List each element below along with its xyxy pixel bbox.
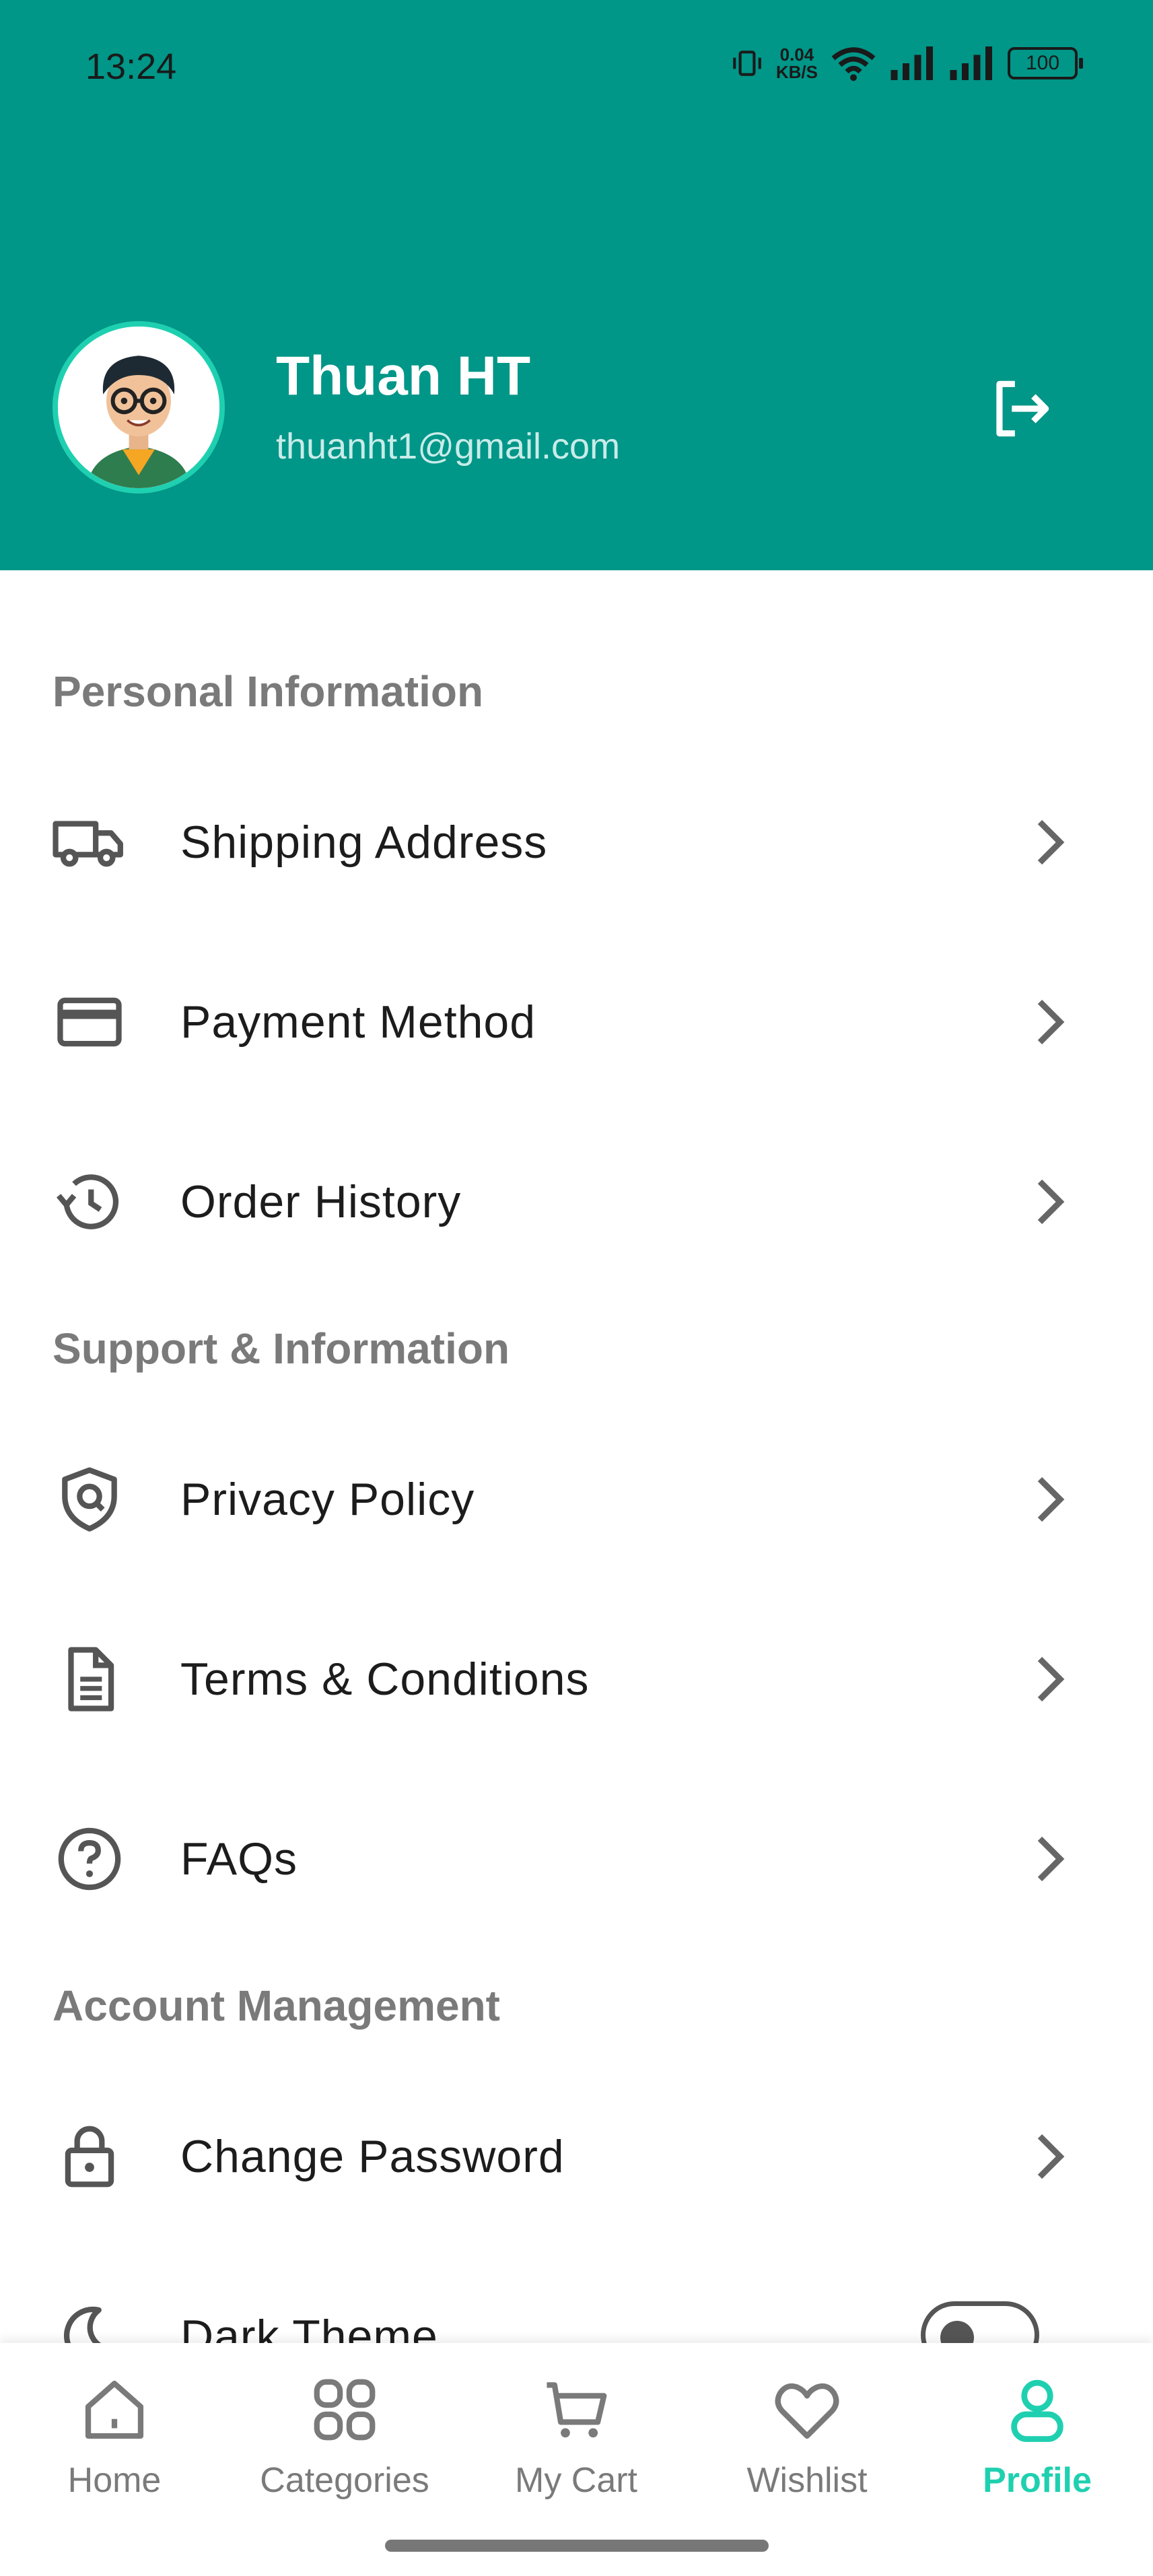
menu-item-label: Payment Method: [180, 996, 536, 1048]
menu-item-privacy-policy[interactable]: Privacy Policy: [0, 1432, 1153, 1567]
section-title-account: Account Management: [53, 1981, 500, 2030]
credit-card-icon: [57, 997, 122, 1047]
heart-icon: [775, 2383, 839, 2439]
menu-item-label: Terms & Conditions: [180, 1654, 590, 1705]
chevron-right-icon: [1037, 999, 1065, 1045]
home-indicator: [385, 2540, 769, 2552]
menu-item-label: Shipping Address: [180, 817, 548, 868]
document-icon: [68, 1647, 114, 1711]
avatar-illustration: [58, 327, 219, 488]
battery-tip: [1079, 58, 1083, 69]
nav-label: Categories: [260, 2461, 429, 2500]
user-icon: [1011, 2379, 1063, 2442]
chevron-right-icon: [1037, 1836, 1065, 1882]
truck-icon: [53, 821, 123, 867]
help-circle-icon: [58, 1827, 121, 1891]
chevron-right-icon: [1037, 2134, 1065, 2179]
nav-label: My Cart: [515, 2461, 637, 2500]
menu-item-label: Change Password: [180, 2131, 565, 2182]
menu-item-shipping-address[interactable]: Shipping Address: [0, 775, 1153, 910]
network-speed-value: 0.04: [779, 44, 814, 65]
status-icons: 0.04 KB/S 100: [730, 44, 1083, 82]
battery-icon: 100: [1008, 47, 1083, 79]
menu-item-payment-method[interactable]: Payment Method: [0, 955, 1153, 1089]
chevron-right-icon: [1037, 819, 1065, 865]
lock-icon: [65, 2126, 114, 2188]
nav-home[interactable]: Home: [13, 2343, 215, 2518]
status-time: 13:24: [85, 46, 177, 87]
menu-item-label: FAQs: [180, 1833, 298, 1885]
nav-label: Wishlist: [746, 2461, 868, 2500]
logout-button[interactable]: [984, 372, 1058, 446]
battery-level: 100: [1025, 52, 1060, 74]
nav-profile[interactable]: Profile: [936, 2343, 1138, 2518]
shield-icon: [62, 1467, 117, 1532]
nav-label: Profile: [983, 2461, 1092, 2500]
nav-label: Home: [67, 2461, 162, 2500]
chevron-right-icon: [1037, 1179, 1065, 1225]
section-title-personal: Personal Information: [53, 667, 484, 716]
home-icon: [85, 2380, 144, 2439]
chevron-right-icon: [1037, 1477, 1065, 1522]
network-speed-unit: KB/S: [775, 62, 818, 82]
profile-email: thuanht1@gmail.com: [276, 426, 621, 467]
section-title-support: Support & Information: [53, 1324, 510, 1373]
nav-my-cart[interactable]: My Cart: [475, 2343, 677, 2518]
menu-item-order-history[interactable]: Order History: [0, 1134, 1153, 1269]
nav-wishlist[interactable]: Wishlist: [706, 2343, 908, 2518]
profile-header: 13:24 0.04 KB/S 100 Thuan HT thuanht1@gm…: [0, 0, 1153, 570]
nav-categories[interactable]: Categories: [244, 2343, 446, 2518]
chevron-right-icon: [1037, 1656, 1065, 1702]
avatar[interactable]: [53, 321, 225, 494]
profile-name: Thuan HT: [276, 345, 531, 407]
logout-icon: [996, 380, 1049, 437]
menu-item-label: Order History: [180, 1176, 462, 1227]
signal-icon-2: [950, 46, 992, 80]
cart-icon: [547, 2382, 607, 2438]
menu-item-label: Privacy Policy: [180, 1474, 475, 1525]
menu-item-terms-conditions[interactable]: Terms & Conditions: [0, 1612, 1153, 1747]
history-icon: [56, 1174, 119, 1229]
network-speed: 0.04 KB/S: [776, 46, 818, 81]
menu-item-faqs[interactable]: FAQs: [0, 1792, 1153, 1926]
vibrate-icon: [733, 50, 761, 76]
wifi-icon: [831, 47, 876, 81]
status-bar: 13:24 0.04 KB/S 100: [0, 0, 1153, 135]
menu-item-change-password[interactable]: Change Password: [0, 2089, 1153, 2224]
signal-icon: [890, 46, 933, 80]
grid-icon: [314, 2379, 376, 2441]
